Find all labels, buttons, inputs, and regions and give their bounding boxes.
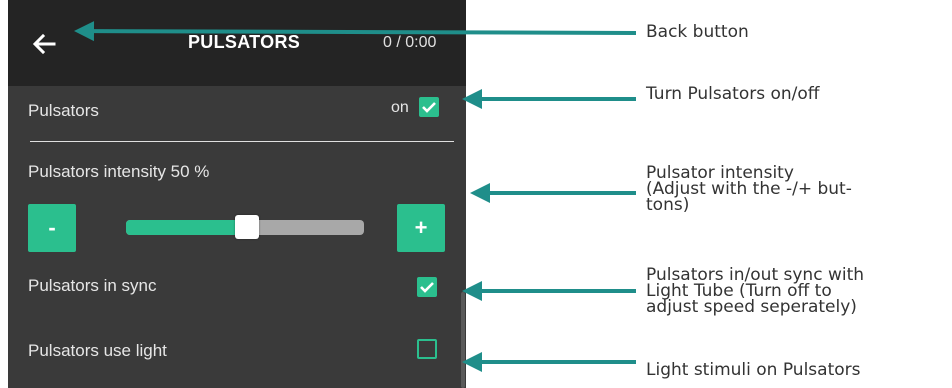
annotation-arrow-head bbox=[470, 183, 490, 203]
annotation-arrow-line bbox=[93, 29, 637, 35]
annotation-arrow-head bbox=[74, 21, 95, 42]
annotation-toggle: Turn Pulsators on/off bbox=[646, 84, 820, 104]
annotation-arrow-head bbox=[462, 352, 482, 372]
annotation-back: Back button bbox=[646, 22, 749, 42]
annotation-sync: Pulsators in/out sync with Light Tube (T… bbox=[646, 265, 865, 317]
annotation-light: Light stimuli on Pulsators bbox=[646, 360, 861, 380]
annotation-arrow-head bbox=[462, 89, 482, 109]
annotation-intensity: Pulsator intensity (Adjust with the -/+ … bbox=[646, 163, 852, 215]
annotation-arrow-head bbox=[462, 281, 482, 301]
